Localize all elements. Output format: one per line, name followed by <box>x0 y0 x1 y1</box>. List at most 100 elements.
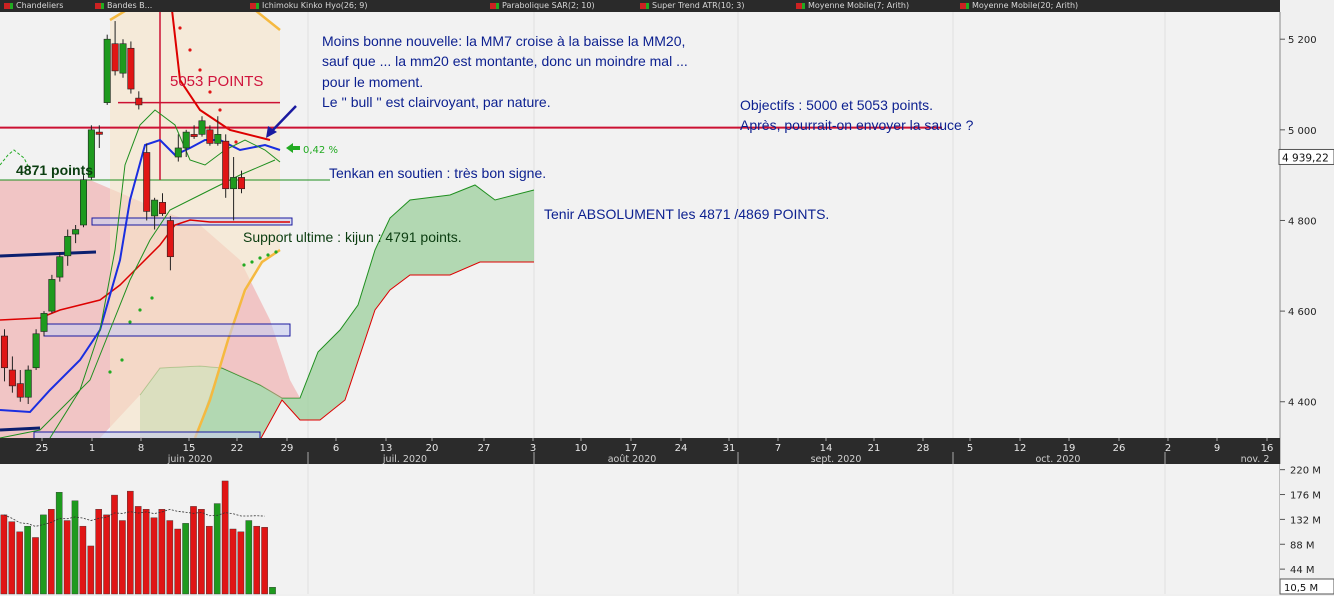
legend-item: Super Trend ATR(10; 3) <box>640 1 744 10</box>
candle-body <box>119 43 127 74</box>
candle-body <box>198 120 206 135</box>
parabolic-sar-dot <box>218 108 222 112</box>
candle-body <box>72 229 80 235</box>
volume-bar <box>142 509 150 595</box>
candle-body <box>190 134 198 137</box>
parabolic-sar-dot <box>258 256 262 260</box>
time-tick-label: 21 <box>868 443 881 454</box>
time-tick-label: 16 <box>1261 443 1274 454</box>
candle-body <box>48 279 56 312</box>
current-price-label: 4 939,22 <box>1282 152 1329 164</box>
volume-bar <box>55 492 63 595</box>
time-tick-label: 15 <box>183 443 196 454</box>
time-month-label: juin 2020 <box>167 454 213 465</box>
time-tick-label: 25 <box>36 443 49 454</box>
legend-label: Bandes B... <box>107 1 153 10</box>
annotation-line-1: Moins bonne nouvelle: la MM7 croise à la… <box>322 33 686 49</box>
time-tick-label: 31 <box>723 443 736 454</box>
parabolic-sar-dot <box>234 140 238 144</box>
time-tick-label: 28 <box>917 443 930 454</box>
legend-item: Parabolique SAR(2; 10) <box>490 1 595 10</box>
candle-body <box>159 202 167 214</box>
price-tick-label: 4 400 <box>1288 398 1317 409</box>
volume-bar <box>166 520 174 595</box>
time-tick-label: 7 <box>775 443 781 454</box>
legend-label: Super Trend ATR(10; 3) <box>652 1 745 10</box>
volume-bar <box>269 587 276 595</box>
volume-bar <box>111 494 118 595</box>
candle-body <box>111 43 119 72</box>
price-tick-label: 5 000 <box>1288 126 1317 137</box>
volume-bar <box>79 525 87 595</box>
annotation-objectifs: Objectifs : 5000 et 5053 points. Après, … <box>740 95 973 136</box>
price-tick-label: 4 800 <box>1288 216 1317 227</box>
volume-bar <box>16 531 24 595</box>
price-tick-label: 4 600 <box>1288 307 1317 318</box>
trend-line-lower <box>0 426 41 432</box>
indicator-legend-bar: Chandeliers Bandes B... Ichimoku Kinko Hyo… <box>0 0 1280 12</box>
legend-swatch <box>640 2 649 9</box>
parabolic-sar-dot <box>188 48 192 52</box>
volume-bar <box>134 506 142 595</box>
volume-bar <box>198 509 205 595</box>
volume-bar <box>229 528 237 595</box>
support-zone-4580 <box>43 323 291 337</box>
time-month-label: sept. 2020 <box>811 454 862 465</box>
legend-swatch <box>95 2 104 9</box>
time-tick-label: 20 <box>426 443 439 454</box>
candle-body <box>103 38 111 103</box>
volume-bar <box>245 520 253 595</box>
parabolic-sar-dot <box>178 26 182 30</box>
volume-bar <box>213 503 221 595</box>
candle-body <box>56 256 64 278</box>
volume-bar <box>174 528 182 595</box>
volume-bar <box>87 545 95 595</box>
candle-body <box>32 333 40 369</box>
volume-bar <box>119 520 126 595</box>
time-tick-label: 3 <box>530 443 536 454</box>
parabolic-sar-dot <box>226 126 230 130</box>
candle-body <box>80 179 88 226</box>
candle-body <box>230 177 238 190</box>
candle-body <box>238 177 246 190</box>
volume-bar <box>237 531 245 595</box>
time-month-label: juil. 2020 <box>382 454 427 465</box>
annotation-objectifs-line-2: Après, pourrait-on envoyer la sauce ? <box>740 117 974 134</box>
legend-swatch <box>250 2 259 9</box>
volume-bar <box>63 520 71 595</box>
annotation-tenkan: Tenkan en soutien : très bon signe. <box>329 165 547 181</box>
legend-swatch <box>796 2 805 9</box>
parabolic-sar-dot <box>250 260 254 264</box>
candle-body <box>222 140 230 190</box>
time-tick-label: 27 <box>478 443 491 454</box>
volume-bar <box>261 527 268 595</box>
legend-label: Parabolique SAR(2; 10) <box>502 1 595 10</box>
legend-label: Moyenne Mobile(20; Arith) <box>972 1 1079 10</box>
volume-bar <box>182 523 189 595</box>
volume-bar <box>40 514 47 595</box>
legend-item: Moyenne Mobile(7; Arith) <box>796 1 909 10</box>
candle-body <box>127 47 135 90</box>
annotation-line-3: pour le moment. <box>322 73 424 90</box>
volume-bar <box>126 490 134 595</box>
time-tick-label: 13 <box>380 443 393 454</box>
annotation-5053-points: 5053 POINTS <box>170 73 264 90</box>
parabolic-sar-dot <box>150 296 154 300</box>
legend-item: Moyenne Mobile(20; Arith) <box>960 1 1078 10</box>
candle-body <box>135 97 143 106</box>
volume-bar <box>190 506 197 595</box>
volume-bar <box>150 517 158 595</box>
volume-bar <box>24 525 31 595</box>
time-tick-label: 22 <box>231 443 244 454</box>
candle-body <box>95 131 103 135</box>
volume-tick-label: 220 M <box>1290 466 1321 477</box>
volume-bar <box>205 525 213 595</box>
parabolic-sar-dot <box>242 263 246 267</box>
parabolic-sar-dot <box>138 308 142 312</box>
time-tick-label: 14 <box>820 443 833 454</box>
time-tick-label: 9 <box>1214 443 1220 454</box>
time-tick-label: 1 <box>89 443 95 454</box>
time-tick-label: 6 <box>333 443 339 454</box>
legend-item: Chandeliers <box>4 1 63 10</box>
time-tick-label: 19 <box>1063 443 1076 454</box>
